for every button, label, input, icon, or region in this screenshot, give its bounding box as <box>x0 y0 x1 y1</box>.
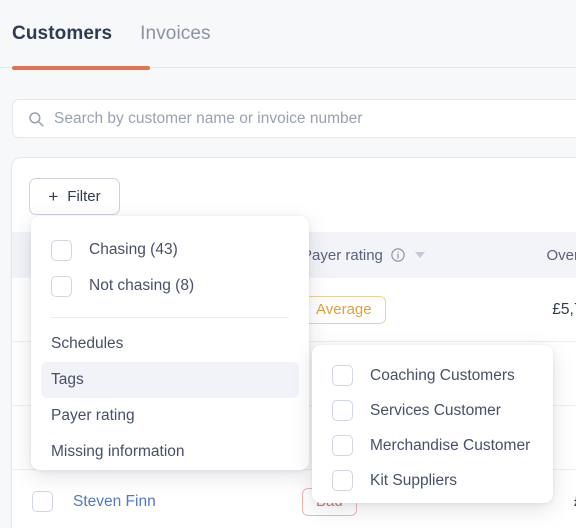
filter-menu-item-tags[interactable]: Tags <box>41 362 299 398</box>
chevron-down-icon[interactable] <box>415 252 425 258</box>
customer-link[interactable]: Steven Finn <box>73 493 156 511</box>
checkbox[interactable] <box>332 365 353 386</box>
active-tab-indicator <box>12 66 150 70</box>
filter-option-label: Chasing (43) <box>89 241 178 259</box>
tag-option-label: Kit Suppliers <box>370 472 457 490</box>
filter-option-label: Not chasing (8) <box>89 277 194 295</box>
tag-option-merchandise-customer[interactable]: Merchandise Customer <box>312 428 553 463</box>
checkbox[interactable] <box>332 435 353 456</box>
tab-customers[interactable]: Customers <box>12 22 112 66</box>
column-header-payer-rating-label: Payer rating <box>302 247 383 264</box>
tab-invoices[interactable]: Invoices <box>140 22 211 66</box>
tag-option-coaching-customers[interactable]: Coaching Customers <box>312 358 553 393</box>
tab-bar: Customers Invoices <box>0 0 576 71</box>
checkbox[interactable] <box>332 470 353 491</box>
filter-menu-item-payer-rating[interactable]: Payer rating <box>41 398 299 434</box>
column-header-overdue[interactable]: Overdue <box>452 247 576 264</box>
filter-option-chasing[interactable]: Chasing (43) <box>31 232 309 268</box>
tab-list: Customers Invoices <box>12 22 211 66</box>
search-bar[interactable] <box>12 99 576 138</box>
row-overdue-cell: £5,745. <box>452 301 576 319</box>
filter-menu-item-schedules[interactable]: Schedules <box>41 326 299 362</box>
filter-button[interactable]: + Filter <box>29 178 120 215</box>
tags-submenu: Coaching Customers Services Customer Mer… <box>312 345 553 503</box>
checkbox[interactable] <box>51 240 72 261</box>
tag-option-label: Merchandise Customer <box>370 437 530 455</box>
checkbox[interactable] <box>332 400 353 421</box>
search-input[interactable] <box>54 100 576 137</box>
filter-dropdown-menu: Chasing (43) Not chasing (8) Schedules T… <box>31 216 309 470</box>
filter-menu-item-missing-information[interactable]: Missing information <box>41 434 299 470</box>
tag-option-services-customer[interactable]: Services Customer <box>312 393 553 428</box>
filter-button-label: Filter <box>67 188 100 205</box>
tag-option-label: Services Customer <box>370 402 501 420</box>
row-checkbox[interactable] <box>32 491 53 512</box>
customers-page: Customers Invoices + Filter Payer rating <box>0 0 576 528</box>
row-name-cell: Steven Finn <box>12 491 302 512</box>
tag-option-kit-suppliers[interactable]: Kit Suppliers <box>312 463 553 498</box>
plus-icon: + <box>48 188 58 205</box>
column-header-payer-rating[interactable]: Payer rating <box>302 247 452 264</box>
menu-divider <box>51 317 289 318</box>
status-badge: Average <box>302 296 386 324</box>
info-icon[interactable] <box>390 247 406 263</box>
filter-option-not-chasing[interactable]: Not chasing (8) <box>31 268 309 304</box>
checkbox[interactable] <box>51 276 72 297</box>
row-rating-cell: Average <box>302 296 452 324</box>
tag-option-label: Coaching Customers <box>370 367 515 385</box>
search-icon <box>27 110 45 128</box>
